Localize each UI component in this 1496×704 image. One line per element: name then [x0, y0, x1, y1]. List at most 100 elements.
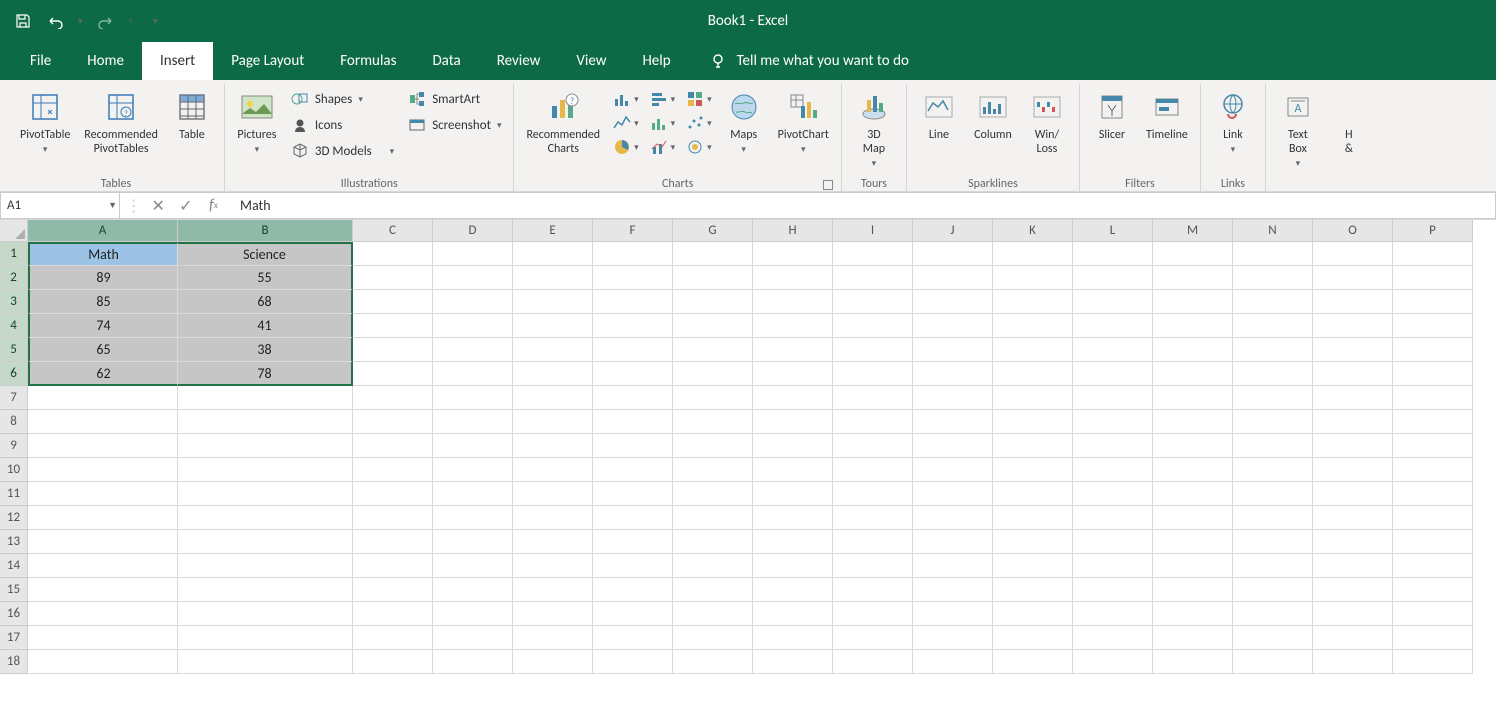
cell-N8[interactable]	[1233, 410, 1313, 434]
cell-H7[interactable]	[753, 386, 833, 410]
icons-button[interactable]: Icons	[287, 114, 398, 136]
cell-P12[interactable]	[1393, 506, 1473, 530]
undo-dropdown-icon[interactable]: ▾	[78, 16, 83, 27]
cell-H9[interactable]	[753, 434, 833, 458]
cell-E16[interactable]	[513, 602, 593, 626]
row-header-6[interactable]: 6	[0, 362, 28, 386]
cell-F14[interactable]	[593, 554, 673, 578]
cell-E14[interactable]	[513, 554, 593, 578]
cell-I13[interactable]	[833, 530, 913, 554]
qat-customize-icon[interactable]: ▾	[153, 16, 158, 27]
cell-N17[interactable]	[1233, 626, 1313, 650]
cell-O9[interactable]	[1313, 434, 1393, 458]
row-header-4[interactable]: 4	[0, 314, 28, 338]
cell-G9[interactable]	[673, 434, 753, 458]
cell-J12[interactable]	[913, 506, 993, 530]
cell-N4[interactable]	[1233, 314, 1313, 338]
column-chart-button[interactable]: ▾	[610, 88, 641, 110]
cell-K16[interactable]	[993, 602, 1073, 626]
col-header-E[interactable]: E	[513, 220, 593, 242]
cell-L2[interactable]	[1073, 266, 1153, 290]
col-header-H[interactable]: H	[753, 220, 833, 242]
area-chart-button[interactable]: ▾	[647, 112, 678, 134]
pivotchart-button[interactable]: PivotChart▾	[774, 88, 833, 159]
tell-me[interactable]: Tell me what you want to do	[709, 42, 909, 80]
cell-P15[interactable]	[1393, 578, 1473, 602]
cell-P16[interactable]	[1393, 602, 1473, 626]
cell-B2[interactable]: 55	[178, 266, 353, 290]
cell-C5[interactable]	[353, 338, 433, 362]
cell-M13[interactable]	[1153, 530, 1233, 554]
cell-D6[interactable]	[433, 362, 513, 386]
cell-C16[interactable]	[353, 602, 433, 626]
cell-J4[interactable]	[913, 314, 993, 338]
cell-J6[interactable]	[913, 362, 993, 386]
cell-F7[interactable]	[593, 386, 673, 410]
cell-E10[interactable]	[513, 458, 593, 482]
cell-G7[interactable]	[673, 386, 753, 410]
cell-C9[interactable]	[353, 434, 433, 458]
cell-I17[interactable]	[833, 626, 913, 650]
cell-N11[interactable]	[1233, 482, 1313, 506]
cell-M8[interactable]	[1153, 410, 1233, 434]
cell-D15[interactable]	[433, 578, 513, 602]
cell-B13[interactable]	[178, 530, 353, 554]
cell-C6[interactable]	[353, 362, 433, 386]
cell-L7[interactable]	[1073, 386, 1153, 410]
cell-N14[interactable]	[1233, 554, 1313, 578]
cell-B16[interactable]	[178, 602, 353, 626]
cell-I16[interactable]	[833, 602, 913, 626]
cell-K12[interactable]	[993, 506, 1073, 530]
cell-G6[interactable]	[673, 362, 753, 386]
cell-G3[interactable]	[673, 290, 753, 314]
cell-B18[interactable]	[178, 650, 353, 674]
row-header-17[interactable]: 17	[0, 626, 28, 650]
cell-A9[interactable]	[28, 434, 178, 458]
cell-H13[interactable]	[753, 530, 833, 554]
radar-chart-button[interactable]: ▾	[683, 136, 714, 158]
cell-D10[interactable]	[433, 458, 513, 482]
enter-formula-icon[interactable]: ✓	[175, 195, 197, 217]
cell-E17[interactable]	[513, 626, 593, 650]
cell-M10[interactable]	[1153, 458, 1233, 482]
cell-G1[interactable]	[673, 242, 753, 266]
tab-data[interactable]: Data	[414, 42, 478, 80]
cell-H1[interactable]	[753, 242, 833, 266]
select-all-corner[interactable]	[0, 220, 28, 242]
cell-N2[interactable]	[1233, 266, 1313, 290]
cell-L4[interactable]	[1073, 314, 1153, 338]
redo-dropdown-icon[interactable]: ▾	[129, 16, 134, 27]
row-header-1[interactable]: 1	[0, 242, 28, 266]
cell-A15[interactable]	[28, 578, 178, 602]
cell-I1[interactable]	[833, 242, 913, 266]
cell-K13[interactable]	[993, 530, 1073, 554]
cell-N15[interactable]	[1233, 578, 1313, 602]
cell-A4[interactable]: 74	[28, 314, 178, 338]
cell-F10[interactable]	[593, 458, 673, 482]
cell-E9[interactable]	[513, 434, 593, 458]
cell-I4[interactable]	[833, 314, 913, 338]
cell-A8[interactable]	[28, 410, 178, 434]
scatter-chart-button[interactable]: ▾	[683, 112, 714, 134]
cell-P13[interactable]	[1393, 530, 1473, 554]
row-header-10[interactable]: 10	[0, 458, 28, 482]
cell-L15[interactable]	[1073, 578, 1153, 602]
cell-M12[interactable]	[1153, 506, 1233, 530]
cell-G18[interactable]	[673, 650, 753, 674]
cell-O15[interactable]	[1313, 578, 1393, 602]
cell-H12[interactable]	[753, 506, 833, 530]
cell-K10[interactable]	[993, 458, 1073, 482]
cell-A17[interactable]	[28, 626, 178, 650]
cell-J7[interactable]	[913, 386, 993, 410]
slicer-button[interactable]: Slicer	[1088, 88, 1136, 144]
pictures-button[interactable]: Pictures▾	[233, 88, 281, 159]
shapes-button[interactable]: Shapes ▾	[287, 88, 398, 110]
cell-K7[interactable]	[993, 386, 1073, 410]
col-header-G[interactable]: G	[673, 220, 753, 242]
cell-E5[interactable]	[513, 338, 593, 362]
cell-I18[interactable]	[833, 650, 913, 674]
3d-map-button[interactable]: 3D Map▾	[850, 88, 898, 173]
cell-H5[interactable]	[753, 338, 833, 362]
cell-O6[interactable]	[1313, 362, 1393, 386]
cell-M15[interactable]	[1153, 578, 1233, 602]
